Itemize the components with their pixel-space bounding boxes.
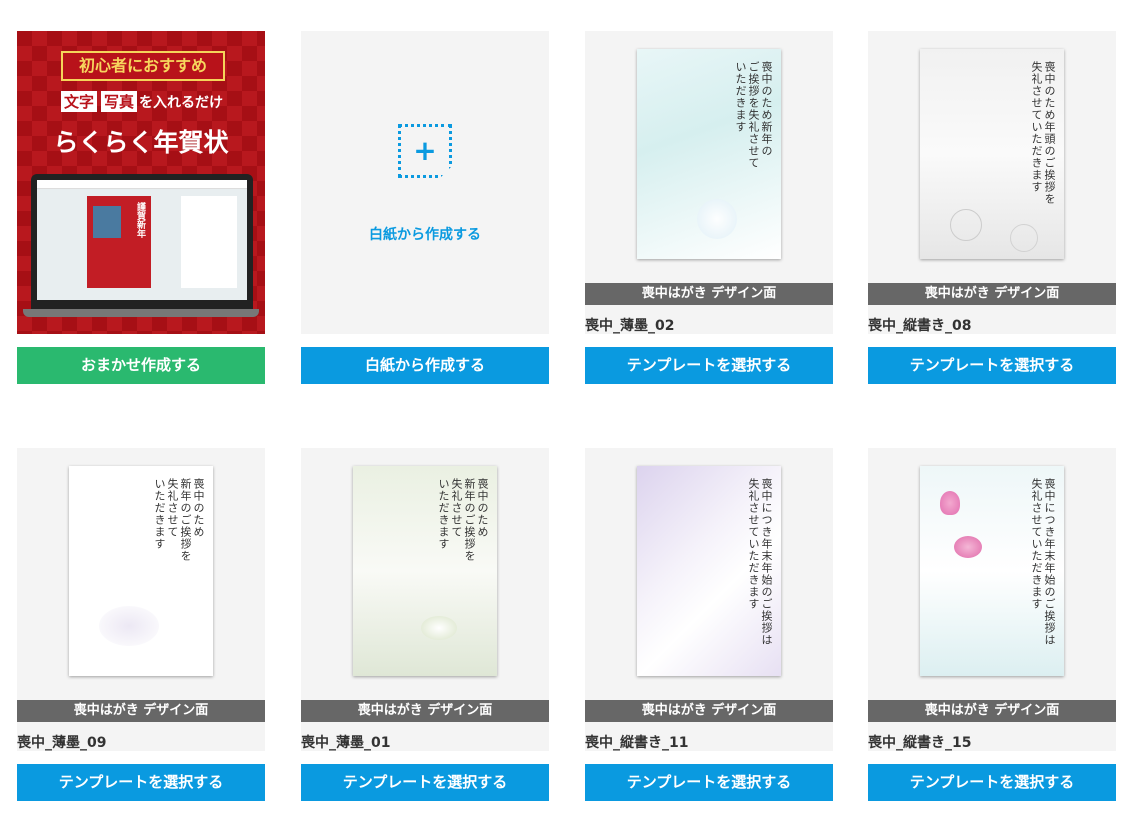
template-name: 喪中_薄墨_02 — [585, 318, 675, 334]
laptop-illustration: 謹賀新年 — [31, 174, 253, 309]
select-template-button[interactable]: テンプレートを選択する — [301, 764, 549, 801]
easy-create-button[interactable]: おまかせ作成する — [17, 347, 265, 384]
promo-word-text: 文字 — [60, 91, 97, 112]
postcard-preview: 喪中につき年末年始のご挨拶は 失礼させていただきます — [637, 466, 781, 676]
chrysanthemum-decoration — [950, 209, 982, 241]
postcard-heading: 喪中につき年末年始のご挨拶は 失礼させていただきます — [1030, 478, 1056, 646]
design-badge: 喪中はがき デザイン面 — [868, 283, 1116, 305]
design-badge: 喪中はがき デザイン面 — [301, 700, 549, 722]
promo-subtitle: 文字 写真 を入れるだけ — [17, 91, 265, 112]
postcard-preview: 喪中のため 新年のご挨拶を 失礼させて いただきます — [69, 466, 213, 676]
lotus-decoration — [940, 491, 960, 515]
postcard-heading: 喪中のため 新年のご挨拶を 失礼させて いただきます — [437, 478, 489, 562]
postcard-heading: 喪中につき年末年始のご挨拶は 失礼させていただきます — [747, 478, 773, 646]
chrysanthemum-decoration — [1010, 224, 1038, 252]
postcard-heading: 喪中のため 新年のご挨拶を 失礼させて いただきます — [153, 478, 205, 562]
design-badge: 喪中はがき デザイン面 — [868, 700, 1116, 722]
promo-word-photo: 写真 — [101, 91, 138, 112]
plus-icon: + — [398, 124, 452, 178]
design-badge: 喪中はがき デザイン面 — [17, 700, 265, 722]
screen-side-panel — [181, 196, 237, 288]
postcard-heading: 喪中のため新年の ご挨拶を失礼させて いただきます — [734, 61, 773, 169]
template-name: 喪中_縦書き_08 — [868, 318, 972, 334]
screen-card-preview: 謹賀新年 — [87, 196, 151, 288]
easy-create-banner[interactable]: 初心者におすすめ 文字 写真 を入れるだけ らくらく年賀状 謹賀新年 — [17, 31, 265, 334]
blank-create-label: 白紙から作成する — [369, 227, 481, 243]
lily-decoration — [697, 199, 737, 239]
select-template-button[interactable]: テンプレートを選択する — [868, 347, 1116, 384]
select-template-button[interactable]: テンプレートを選択する — [17, 764, 265, 801]
promo-title: らくらく年賀状 — [53, 128, 229, 157]
postcard-preview: 喪中のため年頭のご挨拶を 失礼させていただきます — [920, 49, 1064, 259]
select-template-button[interactable]: テンプレートを選択する — [585, 764, 833, 801]
blank-create-button[interactable]: 白紙から作成する — [301, 347, 549, 384]
laptop-base — [23, 309, 259, 317]
promo-tagline: 初心者におすすめ — [61, 51, 225, 81]
design-badge: 喪中はがき デザイン面 — [585, 700, 833, 722]
promo-mid-rest: を入れるだけ — [139, 95, 224, 111]
template-name: 喪中_薄墨_09 — [17, 735, 107, 751]
screen-toolbar — [37, 180, 247, 189]
template-name: 喪中_縦書き_15 — [868, 735, 972, 751]
select-template-button[interactable]: テンプレートを選択する — [585, 347, 833, 384]
template-name: 喪中_薄墨_01 — [301, 735, 391, 751]
lotus-decoration — [954, 536, 982, 558]
postcard-preview: 喪中のため新年の ご挨拶を失礼させて いただきます — [637, 49, 781, 259]
postcard-heading: 喪中のため年頭のご挨拶を 失礼させていただきます — [1030, 61, 1056, 205]
template-name: 喪中_縦書き_11 — [585, 735, 689, 751]
page-fold — [440, 166, 452, 178]
design-badge: 喪中はがき デザイン面 — [585, 283, 833, 305]
water-lily-decoration — [421, 616, 457, 640]
flower-decoration — [99, 606, 159, 646]
screen-card-text: 謹賀新年 — [135, 202, 145, 238]
postcard-preview: 喪中につき年末年始のご挨拶は 失礼させていただきます — [920, 466, 1064, 676]
laptop-screen: 謹賀新年 — [37, 180, 247, 300]
postcard-preview: 喪中のため 新年のご挨拶を 失礼させて いただきます — [353, 466, 497, 676]
blank-create-area[interactable]: + 白紙から作成する — [301, 31, 549, 334]
select-template-button[interactable]: テンプレートを選択する — [868, 764, 1116, 801]
screen-card-photo — [93, 206, 121, 238]
